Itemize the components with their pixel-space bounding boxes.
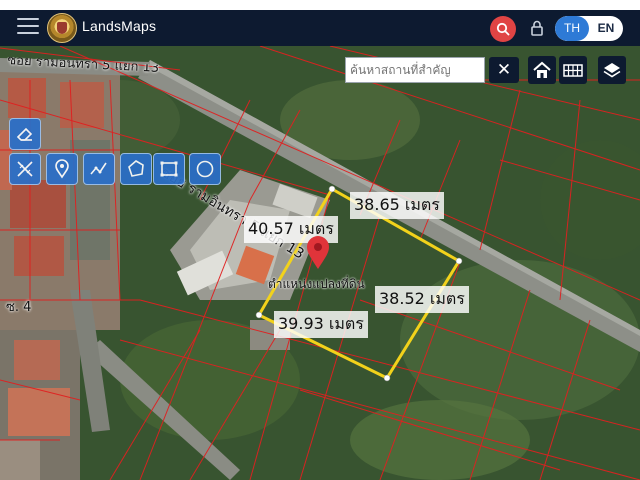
ruler-icon: [17, 161, 33, 177]
clear-search-button[interactable]: ✕: [489, 57, 519, 83]
parcel-label: ตำแหน่งแปลงที่ดิน: [268, 277, 365, 291]
lock-icon[interactable]: [528, 19, 546, 37]
home-icon: [533, 61, 551, 78]
road-label-side: ซ. 4: [6, 300, 32, 315]
polygon-icon: [128, 160, 144, 177]
search-icon: [496, 22, 510, 36]
eraser-tool[interactable]: [9, 118, 41, 150]
lang-th-button[interactable]: TH: [555, 16, 589, 41]
polyline-tool[interactable]: [83, 153, 115, 185]
polyline-icon: [90, 162, 107, 175]
app-header: LandsMaps TH EN: [0, 10, 640, 46]
circle-tool[interactable]: [189, 153, 221, 185]
rectangle-icon: [160, 161, 178, 177]
language-toggle: TH EN: [555, 16, 623, 41]
measure-right: 38.52 เมตร: [375, 286, 469, 313]
place-search-box: [345, 57, 485, 83]
pin-tool[interactable]: [46, 153, 78, 185]
lang-en-button[interactable]: EN: [589, 16, 623, 41]
top-strip: [0, 0, 640, 10]
layers-icon: [603, 63, 621, 78]
map-view[interactable]: ซอย รามอินทรา 5 แยก 13 ซอย รามอินทรา 5 แ…: [0, 46, 640, 480]
app-logo: [47, 13, 77, 43]
search-button[interactable]: [490, 16, 516, 42]
grid-button[interactable]: [559, 56, 587, 84]
grid-icon: [563, 64, 583, 77]
rectangle-tool[interactable]: [153, 153, 185, 185]
menu-icon[interactable]: [17, 18, 39, 38]
app-title: LandsMaps: [82, 18, 157, 34]
measure-bottom: 39.93 เมตร: [274, 311, 368, 338]
polygon-tool[interactable]: [120, 153, 152, 185]
home-button[interactable]: [528, 56, 556, 84]
eraser-icon: [16, 127, 33, 141]
circle-icon: [196, 160, 214, 178]
layers-button[interactable]: [598, 56, 626, 84]
measure-top-right: 38.65 เมตร: [350, 192, 444, 219]
parcel-pin-icon[interactable]: [305, 236, 331, 270]
place-search-input[interactable]: [346, 58, 484, 82]
pin-tool-icon: [55, 159, 69, 179]
ruler-tool[interactable]: [9, 153, 41, 185]
